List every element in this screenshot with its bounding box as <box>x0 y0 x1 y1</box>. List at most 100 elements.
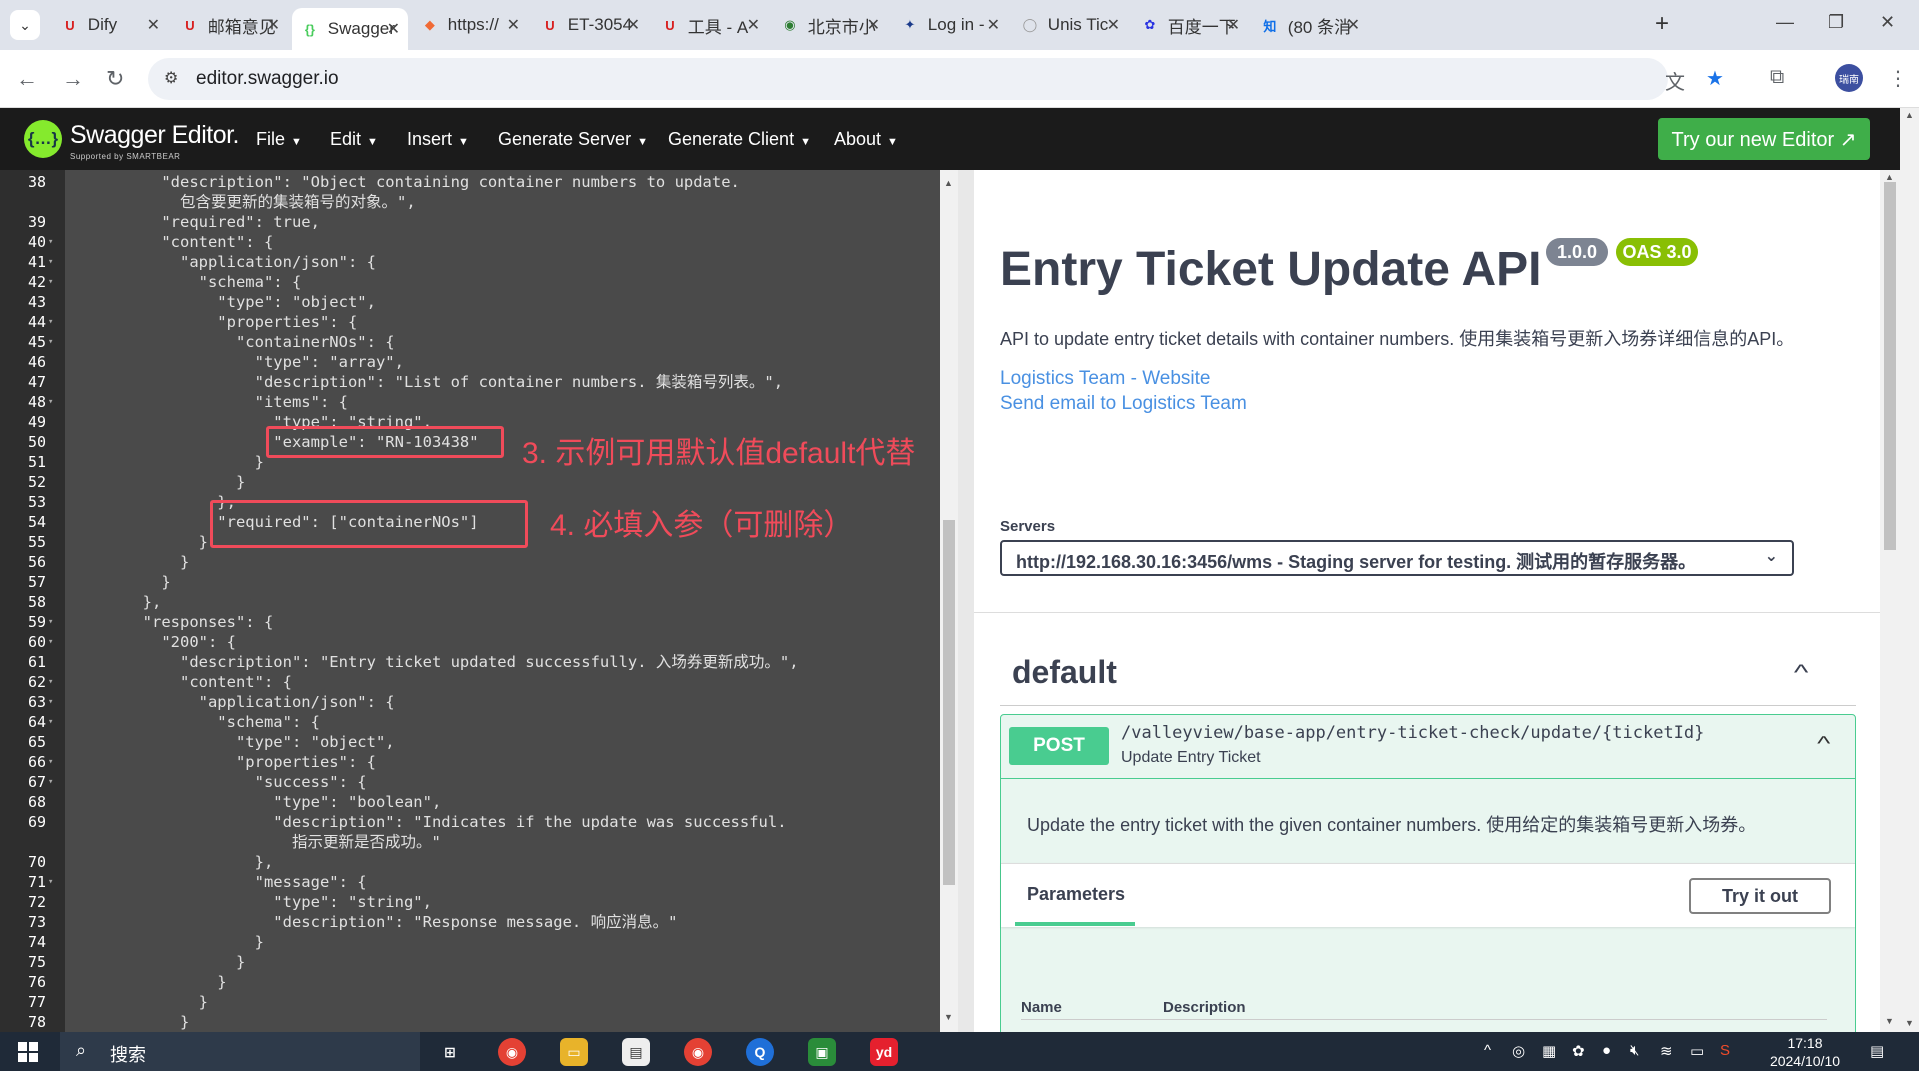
code-line[interactable]: 65 "type": "object", <box>0 732 940 752</box>
code-line[interactable]: 43 "type": "object", <box>0 292 940 312</box>
extensions-icon[interactable]: ⧉ <box>1770 66 1784 89</box>
maximize-icon[interactable]: ❐ <box>1828 12 1844 33</box>
tab-close-icon[interactable]: ✕ <box>747 15 760 35</box>
chrome-alt-icon[interactable]: ◉ <box>684 1038 712 1066</box>
tab-close-icon[interactable]: ✕ <box>267 15 280 35</box>
browser-tab[interactable]: ◯ Unis Tic ✕ <box>1012 8 1128 42</box>
tab-close-icon[interactable]: ✕ <box>507 15 520 35</box>
menu-generate-server[interactable]: Generate Server ▼ <box>498 129 648 150</box>
code-line[interactable]: 40 ▾ "content": { <box>0 232 940 252</box>
code-line[interactable]: 68 "type": "boolean", <box>0 792 940 812</box>
code-line[interactable]: 63 ▾ "application/json": { <box>0 692 940 712</box>
back-icon[interactable]: ← <box>16 66 38 92</box>
code-line[interactable]: 47 "description": "List of container num… <box>0 372 940 392</box>
ime-icon[interactable]: S <box>1720 1042 1730 1059</box>
browser-tab[interactable]: ✦ Log in - ✕ <box>892 8 1008 42</box>
code-line[interactable]: 62 ▾ "content": { <box>0 672 940 692</box>
notification-icon[interactable]: ▤ <box>1870 1042 1884 1060</box>
youdao-icon[interactable]: yd <box>870 1038 898 1066</box>
editor-scrollbar[interactable]: ▲ ▼ <box>940 170 958 1032</box>
code-line[interactable]: 41 ▾ "application/json": { <box>0 252 940 272</box>
code-editor[interactable]: 38 "description": "Object containing con… <box>0 170 940 1032</box>
fold-toggle-icon[interactable]: ▾ <box>48 392 53 412</box>
browser-tab[interactable]: U 邮箱意见 ✕ <box>172 8 288 42</box>
url-text[interactable]: editor.swagger.io <box>196 68 339 90</box>
email-link[interactable]: Send email to Logistics Team <box>1000 393 1247 415</box>
fold-toggle-icon[interactable]: ▾ <box>48 252 53 272</box>
fold-toggle-icon[interactable]: ▾ <box>48 332 53 352</box>
tab-close-icon[interactable]: ✕ <box>867 15 880 35</box>
chrome-icon[interactable]: ◉ <box>498 1038 526 1066</box>
operation-collapse-icon[interactable]: ^ <box>1817 733 1830 756</box>
taskbar-search[interactable]: ⌕ 搜索 <box>60 1032 420 1071</box>
translate-icon[interactable]: 文 <box>1665 66 1685 95</box>
screen-icon[interactable]: ▣ <box>808 1038 836 1066</box>
browser-search-icon[interactable]: Q <box>746 1038 774 1066</box>
task-view-icon[interactable]: ⊞ <box>436 1038 464 1066</box>
minimize-icon[interactable]: — <box>1776 12 1794 33</box>
start-icon[interactable] <box>18 1042 38 1062</box>
app-icon[interactable]: ▤ <box>622 1038 650 1066</box>
code-line[interactable]: 57 } <box>0 572 940 592</box>
close-window-icon[interactable]: ✕ <box>1880 12 1895 33</box>
code-line[interactable]: 39 "required": true, <box>0 212 940 232</box>
battery-icon[interactable]: ▭ <box>1690 1042 1704 1060</box>
tab-search-button[interactable]: ⌄ <box>10 10 40 40</box>
fold-toggle-icon[interactable]: ▾ <box>48 612 53 632</box>
operation-header[interactable]: POST /valleyview/base-app/entry-ticket-c… <box>1001 715 1855 779</box>
menu-generate-client[interactable]: Generate Client ▼ <box>668 129 811 150</box>
tray-flower-icon[interactable]: ✿ <box>1572 1042 1585 1060</box>
fold-toggle-icon[interactable]: ▾ <box>48 712 53 732</box>
browser-tab[interactable]: U Dify ✕ <box>52 8 168 42</box>
tab-close-icon[interactable]: ✕ <box>1347 15 1360 35</box>
tag-default-title[interactable]: default <box>1012 654 1117 691</box>
tray-wechat-icon[interactable]: ● <box>1602 1042 1611 1059</box>
browser-tab[interactable]: ◉ 北京市小 ✕ <box>772 8 888 42</box>
code-line[interactable]: 71 ▾ "message": { <box>0 872 940 892</box>
bookmark-star-icon[interactable]: ★ <box>1706 66 1724 91</box>
code-line[interactable]: 56 } <box>0 552 940 572</box>
editor-scroll-thumb[interactable] <box>943 520 955 885</box>
tab-close-icon[interactable]: ✕ <box>147 15 160 35</box>
fold-toggle-icon[interactable]: ▾ <box>48 752 53 772</box>
code-line[interactable]: 78 } <box>0 1012 940 1032</box>
code-line[interactable]: 61 "description": "Entry ticket updated … <box>0 652 940 672</box>
website-link[interactable]: Logistics Team - Website <box>1000 368 1211 390</box>
code-line[interactable]: 64 ▾ "schema": { <box>0 712 940 732</box>
browser-tab[interactable]: U ET-3054 ✕ <box>532 8 648 42</box>
code-line[interactable]: 38 "description": "Object containing con… <box>0 172 940 192</box>
taskbar-clock[interactable]: 17:18 2024/10/10 <box>1760 1034 1850 1070</box>
code-line[interactable]: 指示更新是否成功。" <box>0 832 940 852</box>
fold-toggle-icon[interactable]: ▾ <box>48 872 53 892</box>
tray-app-icon[interactable]: ◎ <box>1512 1042 1525 1060</box>
tray-chevron-up-icon[interactable]: ^ <box>1484 1042 1491 1059</box>
site-info-icon[interactable]: ⚙ <box>164 68 178 88</box>
code-line[interactable]: 73 "description": "Response message. 响应消… <box>0 912 940 932</box>
wifi-icon[interactable]: ≋ <box>1660 1042 1673 1060</box>
code-line[interactable]: 59 ▾ "responses": { <box>0 612 940 632</box>
code-line[interactable]: 77 } <box>0 992 940 1012</box>
tab-close-icon[interactable]: ✕ <box>627 15 640 35</box>
browser-menu-icon[interactable]: ⋮ <box>1888 66 1908 91</box>
browser-tab[interactable]: U 工具 - A ✕ <box>652 8 768 42</box>
code-line[interactable]: 44 ▾ "properties": { <box>0 312 940 332</box>
tag-collapse-icon[interactable]: ^ <box>1794 660 1808 686</box>
code-line[interactable]: 42 ▾ "schema": { <box>0 272 940 292</box>
browser-tab[interactable]: ◆ https://✕ <box>412 8 528 42</box>
panel-scroll-thumb[interactable] <box>1884 182 1896 550</box>
menu-about[interactable]: About ▼ <box>834 129 898 150</box>
forward-icon[interactable]: → <box>62 66 84 92</box>
code-line[interactable]: 58 }, <box>0 592 940 612</box>
code-line[interactable]: 包含要更新的集装箱号的对象。", <box>0 192 940 212</box>
split-divider[interactable] <box>958 170 974 1032</box>
code-line[interactable]: 60 ▾ "200": { <box>0 632 940 652</box>
tab-close-icon[interactable]: ✕ <box>1227 15 1240 35</box>
menu-insert[interactable]: Insert ▼ <box>407 129 469 150</box>
code-line[interactable]: 70 }, <box>0 852 940 872</box>
tray-screenshot-icon[interactable]: ▦ <box>1542 1042 1556 1060</box>
reload-icon[interactable]: ↻ <box>106 66 124 92</box>
browser-tab[interactable]: {} Swagger ✕ <box>292 8 408 50</box>
fold-toggle-icon[interactable]: ▾ <box>48 632 53 652</box>
code-line[interactable]: 52 } <box>0 472 940 492</box>
code-line[interactable]: 48 ▾ "items": { <box>0 392 940 412</box>
